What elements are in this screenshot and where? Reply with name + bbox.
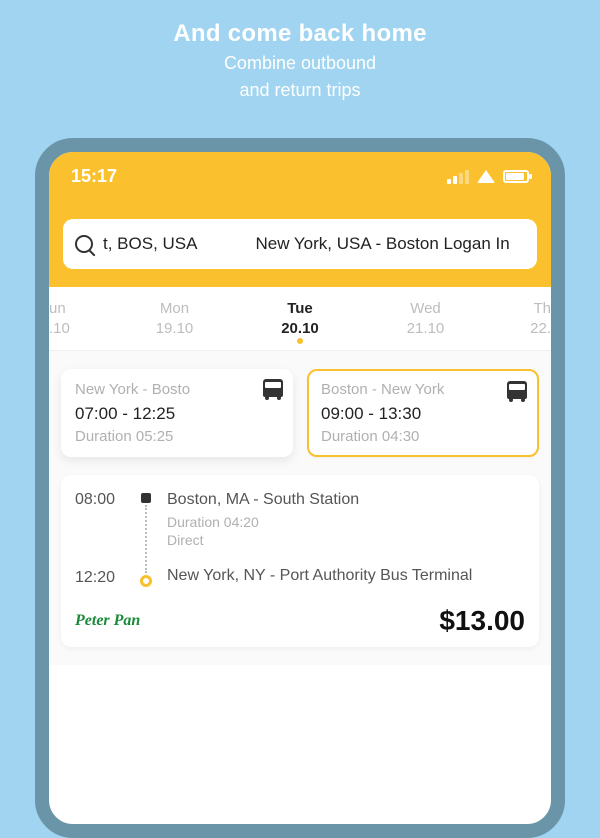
trip-stops-column: Boston, MA - South Station Duration 04:2… (167, 491, 525, 588)
search-to-text: New York, USA - Boston Logan In (255, 234, 509, 254)
results-body: New York - Bosto 07:00 - 12:25 Duration … (49, 351, 551, 666)
promo-subtitle-line1: Combine outbound (0, 52, 600, 75)
date-option-active[interactable]: Tue 20.10 (237, 287, 363, 350)
device-frame: 15:17 t, BOS, USA New York, USA - Boston… (35, 138, 565, 838)
status-icons (447, 170, 529, 184)
promo-subtitle-line2: and return trips (0, 79, 600, 102)
arrival-time: 12:20 (75, 569, 125, 587)
signal-icon (447, 170, 469, 184)
trip-segments: New York - Bosto 07:00 - 12:25 Duration … (61, 369, 539, 457)
date-selector[interactable]: un .10 Mon 19.10 Tue 20.10 Wed 21.10 Th … (49, 287, 551, 351)
segment-route: Boston - New York (321, 381, 525, 398)
status-time: 15:17 (71, 166, 117, 187)
date-option[interactable]: Wed 21.10 (363, 287, 489, 350)
date-option[interactable]: Mon 19.10 (112, 287, 238, 350)
segment-duration: Duration 04:30 (321, 428, 525, 445)
trip-duration: Duration 04:20 (167, 514, 259, 530)
date-dow: Tue (237, 299, 363, 319)
battery-icon (503, 170, 529, 183)
trip-transfers: Direct (167, 532, 204, 548)
segment-route: New York - Bosto (75, 381, 279, 398)
carrier-logo: Peter Pan (75, 612, 140, 630)
outbound-segment-card[interactable]: New York - Bosto 07:00 - 12:25 Duration … (61, 369, 293, 457)
date-dow: Th (488, 299, 551, 319)
date-dm: 22. (488, 319, 551, 339)
route-line-icon (139, 491, 153, 588)
date-dow: Wed (363, 299, 489, 319)
app-header: 15:17 t, BOS, USA New York, USA - Boston… (49, 152, 551, 287)
trip-result-card[interactable]: 08:00 12:20 Boston, MA - South Station D… (61, 475, 539, 648)
departure-stop: Boston, MA - South Station (167, 491, 525, 509)
price-row: Peter Pan $13.00 (75, 605, 525, 637)
segment-times: 07:00 - 12:25 (75, 404, 279, 424)
route-search-bar[interactable]: t, BOS, USA New York, USA - Boston Logan… (63, 219, 537, 269)
search-from-text: t, BOS, USA (103, 234, 197, 254)
bus-icon (263, 379, 283, 397)
segment-duration: Duration 05:25 (75, 428, 279, 445)
departure-time: 08:00 (75, 491, 125, 509)
trip-price: $13.00 (439, 605, 525, 637)
date-option[interactable]: un .10 (49, 287, 112, 350)
search-icon (75, 235, 93, 253)
return-segment-card[interactable]: Boston - New York 09:00 - 13:30 Duration… (307, 369, 539, 457)
date-dm: 20.10 (237, 319, 363, 339)
promo-banner: And come back home Combine outbound and … (0, 0, 600, 103)
trip-timeline: 08:00 12:20 Boston, MA - South Station D… (75, 491, 525, 588)
trip-times-column: 08:00 12:20 (75, 491, 125, 588)
date-dm: 21.10 (363, 319, 489, 339)
arrival-stop: New York, NY - Port Authority Bus Termin… (167, 566, 525, 587)
date-dow: un (49, 299, 112, 319)
date-dm: 19.10 (112, 319, 238, 339)
date-dow: Mon (112, 299, 238, 319)
date-option[interactable]: Th 22. (488, 287, 551, 350)
promo-title: And come back home (0, 20, 600, 48)
bus-icon (507, 381, 527, 399)
status-bar: 15:17 (49, 152, 551, 193)
wifi-icon (477, 170, 495, 183)
segment-times: 09:00 - 13:30 (321, 404, 525, 424)
date-dm: .10 (49, 319, 112, 339)
